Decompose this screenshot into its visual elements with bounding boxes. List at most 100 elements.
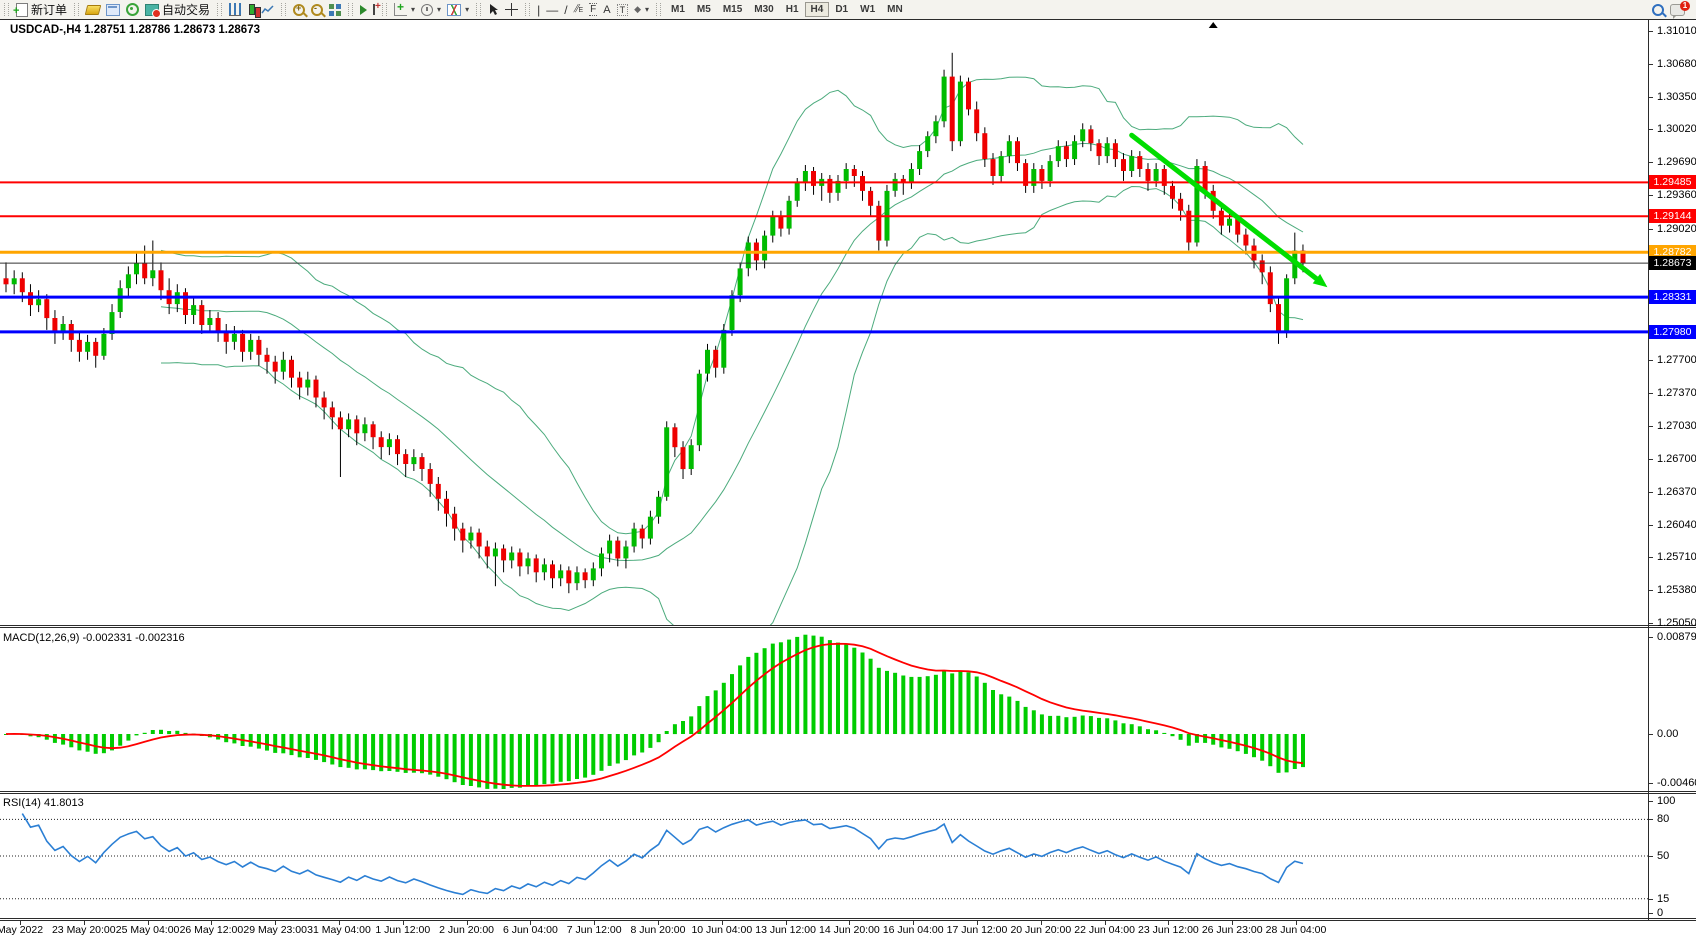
new-order-button[interactable]: 新订单: [13, 1, 70, 18]
timeframe-m30[interactable]: M30: [748, 2, 779, 17]
search-button[interactable]: [1649, 1, 1667, 18]
price-tick-label: 1.26370: [1657, 486, 1696, 498]
price-chart[interactable]: [0, 20, 1648, 625]
panel-separator[interactable]: [0, 627, 1696, 628]
axis-tick: [1649, 492, 1653, 493]
cursor-icon: [488, 3, 499, 16]
timeframe-m5[interactable]: M5: [691, 2, 717, 17]
vertical-line-button[interactable]: |: [534, 1, 543, 18]
timeframe-h4[interactable]: H4: [805, 2, 830, 17]
templates-button[interactable]: ▾: [444, 1, 472, 18]
timeframe-d1[interactable]: D1: [829, 2, 854, 17]
equidistant-channel-icon: ⫽E: [574, 3, 584, 16]
timeframe-w1[interactable]: W1: [854, 2, 881, 17]
trendline-icon: /: [564, 3, 567, 17]
zoom-out-button[interactable]: -: [308, 1, 326, 18]
timeframe-mn[interactable]: MN: [881, 2, 909, 17]
periods-button[interactable]: ▾: [418, 1, 444, 18]
text-button[interactable]: A: [600, 1, 613, 18]
rsi-tick-label: 50: [1657, 850, 1669, 862]
notifications-button[interactable]: 1: [1667, 1, 1688, 18]
chevron-down-icon: ▾: [645, 5, 649, 14]
line-chart-icon: [261, 4, 274, 16]
timeframe-m1[interactable]: M1: [665, 2, 691, 17]
rsi-tick-label: 15: [1657, 893, 1669, 905]
price-tick-label: 1.27030: [1657, 420, 1696, 432]
price-tick-label: 1.26700: [1657, 453, 1696, 465]
price-tick-label: 1.25050: [1657, 617, 1696, 629]
bar-chart-button[interactable]: [226, 1, 244, 18]
time-axis[interactable]: May 202223 May 20:0025 May 04:0026 May 1…: [0, 921, 1696, 938]
panel-separator: [0, 918, 1696, 919]
panel-separator[interactable]: [0, 791, 1696, 792]
chat-bubble-icon: 1: [1670, 4, 1685, 16]
candlestick-chart-button[interactable]: [244, 1, 258, 18]
rsi-tick-label: 100: [1657, 795, 1675, 807]
indicators-button[interactable]: ▾: [391, 1, 418, 18]
axis-tick: [1649, 360, 1653, 361]
toolbar-grip[interactable]: [281, 3, 286, 16]
timeframe-h1[interactable]: H1: [780, 2, 805, 17]
axis-tick: [1649, 590, 1653, 591]
price-tick-label: 1.30350: [1657, 91, 1696, 103]
fibonacci-button[interactable]: F: [586, 1, 600, 18]
fibonacci-icon: F: [589, 3, 597, 16]
price-tick-label: 1.29360: [1657, 189, 1696, 201]
tile-windows-icon: [329, 4, 341, 16]
market-watch-button[interactable]: [83, 1, 103, 18]
axis-tick: [1649, 783, 1653, 784]
horizontal-line-icon: —: [546, 3, 558, 17]
templates-icon: [447, 4, 461, 16]
price-tick-label: 1.25710: [1657, 551, 1696, 563]
chart-shift-button[interactable]: [370, 1, 378, 18]
data-window-button[interactable]: [103, 1, 123, 18]
axis-tick: [1649, 623, 1653, 624]
crosshair-button[interactable]: [502, 1, 521, 18]
horizontal-line-button[interactable]: —: [543, 1, 561, 18]
clock-icon: [421, 4, 433, 16]
timeframe-m15[interactable]: M15: [717, 2, 748, 17]
axis-tick: [1649, 856, 1653, 857]
toolbar-grip[interactable]: [525, 3, 530, 16]
price-tick-label: 1.30020: [1657, 123, 1696, 135]
zoom-in-icon: +: [293, 4, 305, 16]
rsi-panel[interactable]: [0, 795, 1648, 917]
toolbar-grip[interactable]: [656, 3, 661, 16]
market-watch-icon: [85, 5, 101, 15]
zoom-in-button[interactable]: +: [290, 1, 308, 18]
arrows-button[interactable]: ◆▾: [631, 1, 652, 18]
toolbar-grip[interactable]: [348, 3, 353, 16]
axis-tick: [1649, 819, 1653, 820]
toolbar-grip[interactable]: [74, 3, 79, 16]
toolbar-grip[interactable]: [4, 3, 9, 16]
autotrading-button[interactable]: 自动交易: [142, 1, 213, 18]
axis-tick: [1649, 913, 1653, 914]
candlestick-chart-icon: [249, 4, 255, 15]
toolbar-grip[interactable]: [217, 3, 222, 16]
indicators-icon: [394, 3, 407, 16]
chart-symbol-title: USDCAD-,H4 1.28751 1.28786 1.28673 1.286…: [10, 24, 260, 36]
bar-chart-icon: [229, 3, 241, 16]
text-label-button[interactable]: T: [614, 1, 632, 18]
toolbar-grip[interactable]: [476, 3, 481, 16]
axis-tick: [1649, 637, 1653, 638]
auto-scroll-icon: [360, 5, 367, 15]
vertical-line-icon: |: [537, 3, 540, 17]
autotrading-icon: [145, 4, 159, 16]
data-window-icon: [106, 4, 120, 16]
signals-button[interactable]: [123, 1, 142, 18]
rsi-tick-label: 80: [1657, 813, 1669, 825]
price-axis[interactable]: 1.250501.253801.257101.260401.263701.267…: [1649, 19, 1696, 920]
price-tick-label: 1.29020: [1657, 223, 1696, 235]
toolbar-grip[interactable]: [382, 3, 387, 16]
auto-scroll-button[interactable]: [357, 1, 370, 18]
tile-windows-button[interactable]: [326, 1, 344, 18]
new-order-label: 新订单: [31, 1, 67, 18]
trendline-button[interactable]: /: [561, 1, 570, 18]
panel-separator[interactable]: [0, 625, 1696, 626]
macd-panel[interactable]: [0, 629, 1648, 789]
panel-separator[interactable]: [0, 793, 1696, 794]
cursor-button[interactable]: [485, 1, 502, 18]
equidistant-channel-button[interactable]: ⫽E: [571, 1, 587, 18]
axis-tick: [1649, 31, 1653, 32]
